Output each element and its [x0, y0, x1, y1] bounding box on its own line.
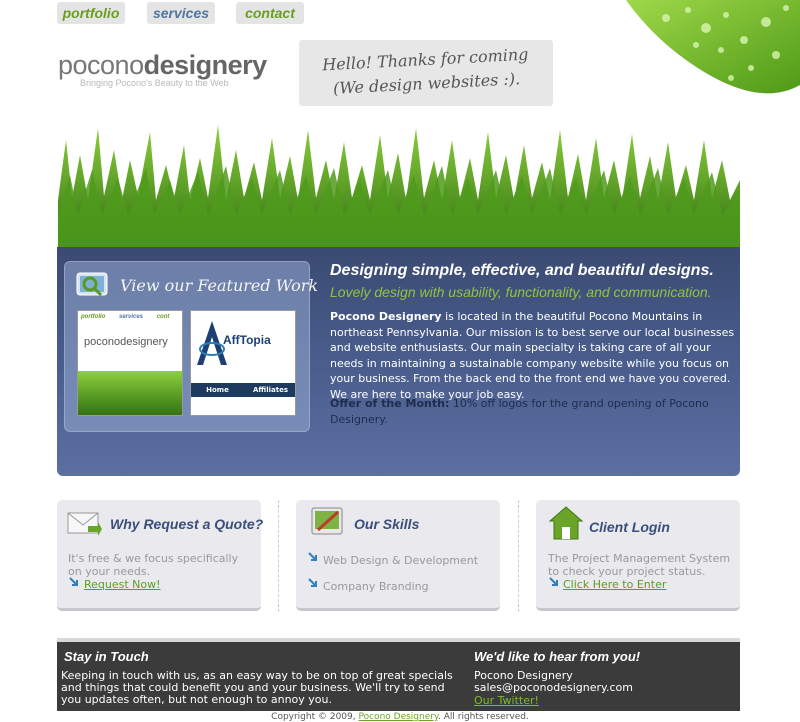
logo-tagline: Bringing Pocono's Beauty to the Web — [80, 78, 229, 88]
copyright-prefix: Copyright © 2009, — [271, 712, 356, 722]
offer-of-month: Offer of the Month: 10% off logos for th… — [330, 396, 735, 427]
design-icon — [310, 506, 346, 538]
home-icon — [548, 505, 584, 541]
divider — [278, 500, 279, 612]
arrow-icon — [308, 578, 317, 587]
skills-title: Our Skills — [354, 516, 420, 532]
contact-title: We'd like to hear from you! — [474, 649, 641, 664]
featured-thumb-afftopia[interactable]: AffTopia Home Affiliates — [190, 310, 296, 416]
intro-body: is located in the beautiful Pocono Mount… — [330, 310, 735, 401]
login-title: Client Login — [589, 519, 670, 535]
featured-work-icon — [76, 271, 110, 299]
featured-work-title: View our Featured Work — [120, 276, 319, 295]
site-logo[interactable]: poconodesignery — [58, 50, 267, 80]
thumb-grass — [78, 371, 182, 415]
client-login-link[interactable]: Click Here to Enter — [563, 578, 666, 591]
thumb-tab-3: cont — [156, 314, 170, 320]
stay-in-touch-title: Stay in Touch — [64, 649, 149, 664]
hello-note: Hello! Thanks for coming (We design webs… — [299, 40, 553, 106]
arrow-icon — [549, 577, 558, 586]
nav-contact[interactable]: contact — [236, 2, 304, 24]
thumb-tab-2: services — [119, 314, 144, 320]
intro-paragraph: Pocono Designery is located in the beaut… — [330, 309, 735, 402]
main-headline: Designing simple, effective, and beautif… — [330, 262, 714, 279]
leaf-decoration — [626, 0, 800, 100]
offer-label: Offer of the Month: — [330, 397, 450, 410]
arrow-icon — [69, 577, 78, 586]
divider — [518, 500, 519, 612]
stay-in-touch-text: Keeping in touch with us, as an easy way… — [61, 669, 453, 706]
copyright-suffix: . All rights reserved. — [438, 712, 529, 722]
nav-portfolio[interactable]: portfolio — [57, 2, 125, 24]
skill-item: Company Branding — [323, 580, 429, 593]
grass-banner — [58, 125, 740, 248]
envelope-icon — [66, 508, 102, 538]
contact-email[interactable]: sales@poconodesignery.com — [474, 682, 633, 694]
login-text: The Project Management System to check y… — [548, 552, 731, 578]
quote-text: It's free & we focus specifically on you… — [68, 552, 239, 578]
main-subheadline: Lovely design with usability, functional… — [330, 284, 712, 300]
copyright-link[interactable]: Pocono Designery — [359, 712, 439, 722]
thumb-affiliates-button: Affiliates — [252, 386, 288, 394]
twitter-link[interactable]: Our Twitter! — [474, 694, 539, 707]
nav-services[interactable]: services — [147, 2, 215, 24]
skill-item: Web Design & Development — [323, 554, 479, 567]
request-now-link[interactable]: Request Now! — [84, 578, 161, 591]
intro-company: Pocono Designery — [330, 310, 442, 323]
afftopia-logo: AffTopia — [223, 333, 271, 347]
thumb-tab-1: portfolio — [81, 314, 106, 320]
thumb-logo: poconodesignery — [84, 336, 168, 348]
thumb-home-button: Home — [206, 386, 229, 394]
quote-title: Why Request a Quote? — [110, 516, 264, 532]
arrow-icon — [308, 552, 317, 561]
featured-thumb-pocono[interactable]: portfolio services cont poconodesignery — [77, 310, 183, 416]
copyright: Copyright © 2009, Pocono Designery. All … — [0, 712, 800, 722]
